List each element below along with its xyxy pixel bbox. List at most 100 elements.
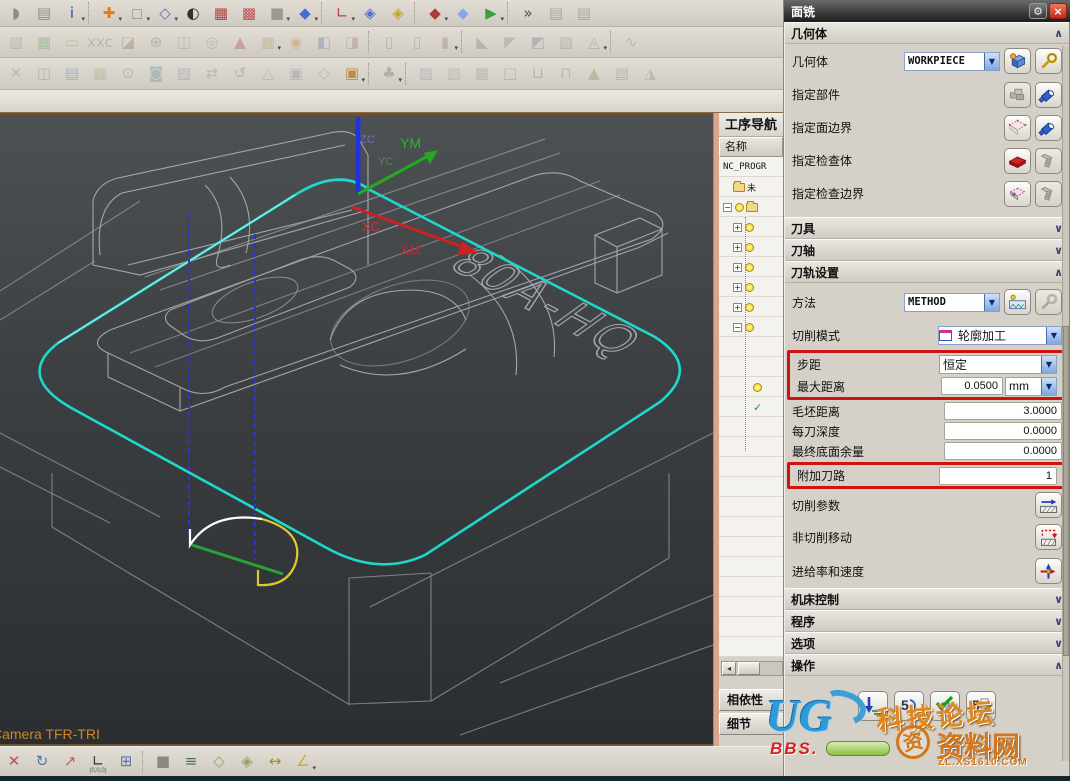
dropdown-caret-icon[interactable]: ▾ [146, 15, 150, 23]
non-cutting-moves-icon[interactable] [1035, 524, 1062, 550]
expand-node-icon[interactable]: + [733, 303, 742, 312]
generate-toolpath-icon[interactable] [858, 691, 888, 721]
details-bar[interactable]: 细节 [719, 713, 783, 735]
anchor-icon[interactable]: ⊙ [115, 62, 141, 86]
path-icon-1[interactable]: ▧ [413, 62, 439, 86]
feeds-speeds-icon[interactable] [1035, 558, 1062, 584]
tree-row[interactable]: + [719, 217, 783, 237]
section-header-machine-control[interactable]: 机床控制 ∨ [785, 588, 1069, 610]
tree-row[interactable]: + [719, 237, 783, 257]
dropdown-caret-icon[interactable]: ▾ [118, 15, 122, 23]
ladder-icon-2[interactable]: ⊓ [553, 62, 579, 86]
column-icon-3[interactable]: ▮▾ [432, 30, 458, 54]
section-header-tool[interactable]: 刀具 ∨ [785, 217, 1069, 239]
leaf-icon[interactable]: ▲ [581, 62, 607, 86]
check-boundary-icon[interactable] [1004, 181, 1031, 207]
dropdown-arrow-icon[interactable]: ▼ [984, 294, 999, 311]
feature-yellow-icon[interactable]: ▭ [59, 30, 85, 54]
datum-plane-icon[interactable]: ◆▾ [292, 1, 318, 25]
stamp-icon[interactable]: ◫ [171, 30, 197, 54]
tree-row[interactable]: + [719, 297, 783, 317]
edit-object-icon[interactable]: ▧ [3, 30, 29, 54]
mill-method-icon[interactable] [1004, 289, 1031, 315]
dialog-titlebar[interactable]: 面铣 ⚙ × [784, 0, 1070, 22]
overflow-chevron-icon[interactable]: » [515, 1, 541, 25]
collapse-node-icon[interactable]: − [733, 323, 742, 332]
select-part-icon[interactable] [1004, 82, 1031, 108]
section-header-options[interactable]: 选项 ∨ [785, 632, 1069, 654]
tree-row[interactable] [719, 377, 783, 397]
measure-icon[interactable]: ✕ [3, 62, 29, 86]
tree-row[interactable]: − [719, 197, 783, 217]
dropdown-caret-icon[interactable]: ▾ [312, 764, 316, 772]
layer-category-icon[interactable]: ◈ [234, 750, 260, 774]
column-icon-1[interactable]: ▯ [376, 30, 402, 54]
blue-tool-icon[interactable]: ◧ [311, 30, 337, 54]
orient-view-icon[interactable]: ◻▾ [124, 1, 150, 25]
sketch-tool-icon[interactable]: ◪ [115, 30, 141, 54]
final-floor-stock-input[interactable]: 0.0000 [944, 442, 1062, 460]
drafting-icon[interactable]: ◫ [31, 62, 57, 86]
path-icon-2[interactable]: ▨ [441, 62, 467, 86]
tree-row[interactable]: + [719, 257, 783, 277]
section-header-tool-axis[interactable]: 刀轴 ∨ [785, 239, 1069, 261]
section-header-geometry[interactable]: 几何体 ∧ [785, 22, 1069, 44]
play-point-icon[interactable]: ◆▾ [422, 1, 448, 25]
close-icon[interactable]: × [1049, 3, 1067, 19]
dropdown-arrow-icon[interactable]: ▼ [1046, 327, 1061, 344]
dropdown-caret-icon[interactable]: ▾ [500, 15, 504, 23]
flashlight-icon[interactable] [1035, 82, 1062, 108]
shaded-display-icon[interactable]: ◐ [180, 1, 206, 25]
tree-row[interactable]: 未 [719, 177, 783, 197]
red-marker-icon[interactable]: ▲ [227, 30, 253, 54]
navigator-tree[interactable]: NC_PROGR未−+++++−✓ [719, 157, 783, 657]
path-icon-3[interactable]: ▩ [469, 62, 495, 86]
screw-icon[interactable] [1035, 148, 1062, 174]
dropdown-caret-icon[interactable]: ▾ [603, 44, 607, 52]
facet-display-icon[interactable]: ▩ [236, 1, 262, 25]
swap-icon[interactable]: ⇄ [199, 62, 225, 86]
orange-blob-icon[interactable]: ◉ [283, 30, 309, 54]
depth-per-cut-input[interactable]: 0.0000 [944, 422, 1062, 440]
blank-panel-icon-1[interactable]: ▤ [543, 1, 569, 25]
snap-diamond-icon[interactable]: ◈ [357, 1, 383, 25]
dropdown-caret-icon[interactable]: ▾ [174, 15, 178, 23]
tree-row[interactable]: − [719, 317, 783, 337]
dropdown-caret-icon[interactable]: ▾ [81, 15, 85, 23]
measure-angle-icon[interactable]: ∠▾ [290, 750, 316, 774]
mill-tool-icon-1[interactable]: ◣ [469, 30, 495, 54]
dropdown-caret-icon[interactable]: ▾ [361, 76, 365, 84]
list-grid-icon[interactable]: ▤ [609, 62, 635, 86]
target-icon[interactable]: ◙ [143, 62, 169, 86]
method-dropdown[interactable]: METHOD ▼ [904, 293, 1000, 312]
select-face-boundary-icon[interactable] [1004, 115, 1031, 141]
navigator-column-header[interactable]: 名称 [719, 137, 783, 157]
tree-icon[interactable]: ♣▾ [376, 62, 402, 86]
wireframe-display-icon[interactable]: ◇▾ [152, 1, 178, 25]
rotate-icon[interactable]: ↺ [227, 62, 253, 86]
feature-green-icon[interactable]: ▦ [31, 30, 57, 54]
hill-icon[interactable]: ◮ [637, 62, 663, 86]
select-workpiece-icon[interactable] [1004, 48, 1031, 74]
scroll-left-arrow[interactable]: ◂ [722, 662, 736, 675]
orient-csys-icon[interactable]: ↗ [57, 750, 83, 774]
collapse-node-icon[interactable]: − [723, 203, 732, 212]
fit-view-icon[interactable]: ✚▾ [96, 1, 122, 25]
pencil-box-icon[interactable]: ▨ [171, 62, 197, 86]
chain-icon[interactable]: ∿ [618, 30, 644, 54]
edit-wrench-icon[interactable] [1035, 48, 1062, 74]
layer-settings-icon[interactable]: ≡ [178, 750, 204, 774]
check-body-icon[interactable] [1004, 148, 1031, 174]
dropdown-caret-icon[interactable]: ▾ [454, 44, 458, 52]
edit-wrench-icon[interactable] [1035, 289, 1062, 315]
column-icon-2[interactable]: ▯ [404, 30, 430, 54]
collapse-arrow-icon[interactable]: ∧ [1054, 27, 1063, 40]
palette-icon[interactable]: ▤ [59, 62, 85, 86]
rotate-view-icon[interactable]: ↻ [29, 750, 55, 774]
settings-gear-icon[interactable]: ⚙ [1029, 3, 1047, 19]
color-grid-icon[interactable]: ▦ [87, 62, 113, 86]
ladder-icon-1[interactable]: ⊔ [525, 62, 551, 86]
tree-row[interactable]: + [719, 277, 783, 297]
section-header-program[interactable]: 程序 ∨ [785, 610, 1069, 632]
dropdown-arrow-icon[interactable]: ▼ [1041, 378, 1056, 395]
